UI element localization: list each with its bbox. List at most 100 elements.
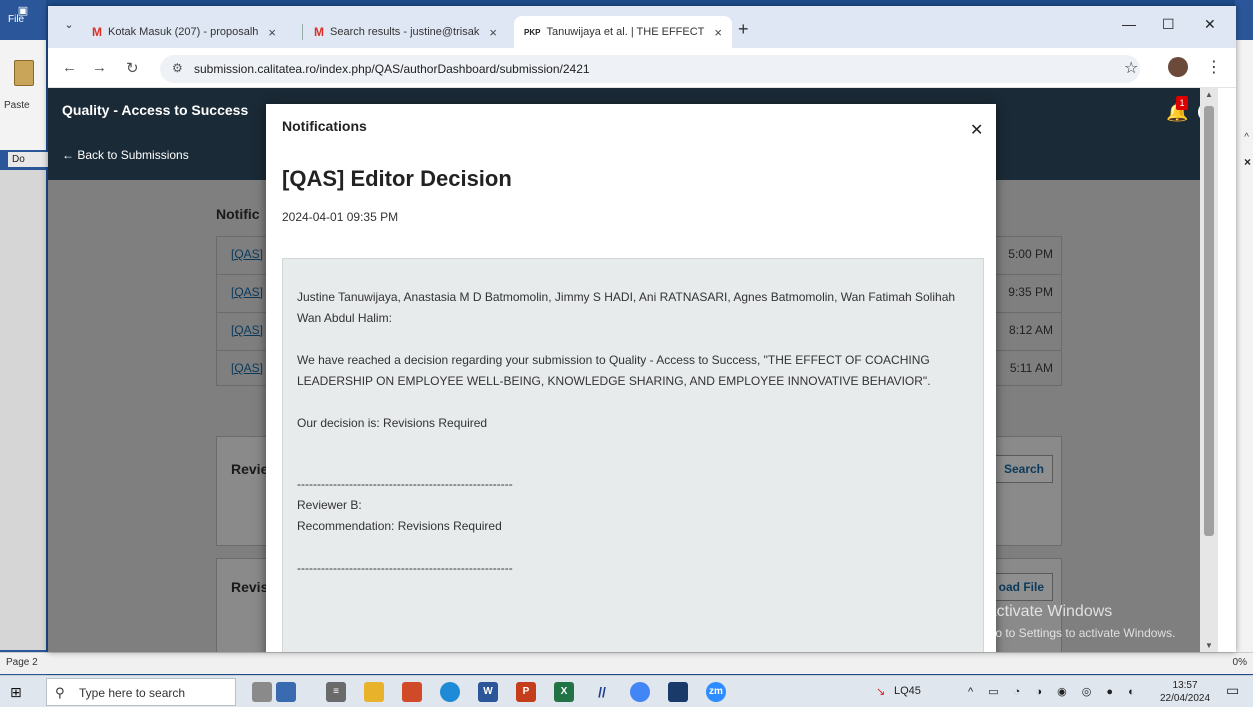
tab-bar: ⌄ M Kotak Masuk (207) - proposalh × M Se… — [48, 6, 1236, 48]
browser-window: ⌄ M Kotak Masuk (207) - proposalh × M Se… — [48, 6, 1236, 652]
trash-icon[interactable] — [252, 682, 272, 702]
edge-browser-icon[interactable] — [440, 682, 460, 702]
tab-gmail-inbox[interactable]: M Kotak Masuk (207) - proposalh × — [82, 16, 302, 48]
scrollbar-thumb[interactable] — [1204, 106, 1214, 536]
tab-separator — [302, 24, 303, 40]
ojs-page: Quality - Access to Success ← Back to Su… — [48, 88, 1218, 652]
url-text[interactable]: submission.calitatea.ro/index.php/QAS/au… — [194, 62, 590, 76]
zoom-icon[interactable]: zm — [706, 682, 726, 702]
notification-time: 5:00 PM — [1008, 247, 1053, 261]
tab-gmail-search[interactable]: M Search results - justine@trisak × — [304, 16, 514, 48]
tab-label: Kotak Masuk (207) - proposalh — [108, 26, 259, 38]
notification-link[interactable]: [QAS] — [231, 323, 263, 337]
maximize-icon[interactable]: ☐ — [1162, 16, 1175, 33]
browser-toolbar: ← → ↻ ⚙ submission.calitatea.ro/index.ph… — [48, 48, 1236, 88]
reviewer-label: Reviewer B: — [297, 498, 362, 512]
notification-date: 2024-04-01 09:35 PM — [282, 210, 399, 224]
upload-file-button[interactable]: oad File — [989, 573, 1053, 601]
search-button[interactable]: Search — [994, 455, 1053, 483]
pkp-icon: PKP — [524, 27, 541, 37]
windows-start-icon[interactable]: ⊞ — [10, 684, 22, 701]
photo-app-icon[interactable] — [276, 682, 296, 702]
word-status-bar: Page 2 0% — [0, 652, 1253, 674]
clock-date: 22/04/2024 — [1160, 693, 1211, 704]
zoom-level[interactable]: 0% — [1233, 657, 1247, 668]
separator-line: ----------------------------------------… — [297, 477, 513, 491]
word-ribbon: Paste — [0, 40, 46, 150]
close-icon[interactable]: × — [714, 25, 722, 40]
stock-ticker-icon[interactable]: ↘ — [876, 685, 885, 698]
more-menu-icon[interactable]: ⋮ — [1206, 57, 1222, 77]
tab-submission[interactable]: PKP Tanuwijaya et al. | THE EFFECT × — [514, 16, 732, 48]
activate-windows-watermark: Activate Windows — [986, 603, 1113, 620]
file-explorer-icon[interactable] — [364, 682, 384, 702]
close-icon[interactable]: × — [1244, 155, 1251, 169]
decision-line: Our decision is: Revisions Required — [297, 416, 488, 430]
stock-ticker-label[interactable]: LQ45 — [894, 685, 921, 697]
back-to-submissions-link[interactable]: ← Back to Submissions — [62, 148, 189, 162]
notifications-modal: Notifications ✕ [QAS] Editor Decision 20… — [266, 104, 996, 652]
word-doc-tab[interactable]: Do — [8, 152, 48, 167]
close-icon[interactable]: × — [489, 25, 497, 40]
bg-revisions-heading: Revis — [231, 579, 269, 595]
webex-icon[interactable] — [668, 682, 688, 702]
slash-app-icon[interactable]: // — [592, 682, 612, 702]
notification-heading: [QAS] Editor Decision — [282, 166, 512, 191]
notification-link[interactable]: [QAS] — [231, 285, 263, 299]
minimize-icon[interactable]: — — [1122, 16, 1136, 32]
system-tray-icons[interactable]: ^ ▭ ◔ ◑ ◉ ◎ ● ◐ — [968, 685, 1141, 698]
notification-count-badge: 1 — [1176, 96, 1188, 110]
task-view-icon[interactable]: ≡ — [326, 682, 346, 702]
taskbar-search[interactable]: ⚲ Type here to search — [46, 678, 236, 706]
pdf-app-icon[interactable] — [402, 682, 422, 702]
notification-link[interactable]: [QAS] — [231, 361, 263, 375]
notification-time: 8:12 AM — [1008, 323, 1053, 337]
scroll-down-icon[interactable]: ▼ — [1205, 641, 1213, 650]
gmail-icon: M — [92, 25, 102, 39]
close-icon[interactable]: ✕ — [970, 120, 983, 140]
excel-icon[interactable]: X — [554, 682, 574, 702]
authors-line: Justine Tanuwijaya, Anastasia M D Batmom… — [297, 290, 956, 325]
activate-windows-hint: Go to Settings to activate Windows. — [986, 626, 1176, 640]
notification-link[interactable]: [QAS] — [231, 247, 263, 261]
decision-paragraph: We have reached a decision regarding you… — [297, 353, 931, 388]
bg-notifications-heading: Notific — [216, 206, 260, 222]
gmail-icon: M — [314, 25, 324, 39]
tab-search-icon[interactable]: ⌄ — [58, 18, 80, 38]
tab-label: Search results - justine@trisak — [330, 26, 480, 38]
word-file-menu[interactable]: File — [0, 14, 46, 25]
address-bar[interactable]: ⚙ submission.calitatea.ro/index.php/QAS/… — [160, 55, 1140, 83]
notification-time: 5:11 AM — [1009, 361, 1053, 375]
reload-icon[interactable]: ↻ — [126, 59, 139, 77]
back-arrow-icon[interactable]: ← — [62, 59, 77, 76]
chevron-up-icon[interactable]: ^ — [1244, 132, 1249, 143]
close-icon[interactable]: × — [268, 25, 276, 40]
site-info-icon[interactable]: ⚙ — [172, 61, 183, 75]
powerpoint-icon[interactable]: P — [516, 682, 536, 702]
word-icon[interactable]: W — [478, 682, 498, 702]
message-body: Justine Tanuwijaya, Anastasia M D Batmom… — [282, 258, 984, 652]
new-tab-icon[interactable]: + — [738, 19, 749, 40]
system-clock[interactable]: 13:57 22/04/2024 — [1160, 679, 1210, 705]
modal-title: Notifications — [282, 118, 367, 134]
tab-label: Tanuwijaya et al. | THE EFFECT — [546, 26, 705, 38]
search-icon: ⚲ — [55, 685, 65, 700]
forward-arrow-icon[interactable]: → — [92, 59, 107, 76]
recommendation-line: Recommendation: Revisions Required — [297, 519, 502, 533]
notification-center-icon[interactable]: ▭ — [1226, 682, 1239, 699]
bookmark-star-icon[interactable]: ☆ — [1124, 58, 1138, 78]
paste-button[interactable]: Paste — [4, 100, 30, 111]
notification-time: 9:35 PM — [1008, 285, 1053, 299]
clipboard-icon[interactable] — [14, 60, 34, 86]
page-indicator: Page 2 — [6, 657, 38, 668]
page-scrollbar[interactable]: ▲ ▼ — [1200, 88, 1218, 652]
bg-review-heading: Revie — [231, 461, 269, 477]
site-title[interactable]: Quality - Access to Success — [62, 102, 248, 118]
scroll-up-icon[interactable]: ▲ — [1205, 90, 1213, 99]
clock-time: 13:57 — [1172, 680, 1198, 691]
word-document-area — [0, 170, 46, 650]
profile-avatar[interactable] — [1168, 57, 1188, 77]
close-window-icon[interactable]: ✕ — [1204, 16, 1216, 33]
chrome-icon[interactable] — [630, 682, 650, 702]
search-placeholder: Type here to search — [79, 686, 186, 700]
